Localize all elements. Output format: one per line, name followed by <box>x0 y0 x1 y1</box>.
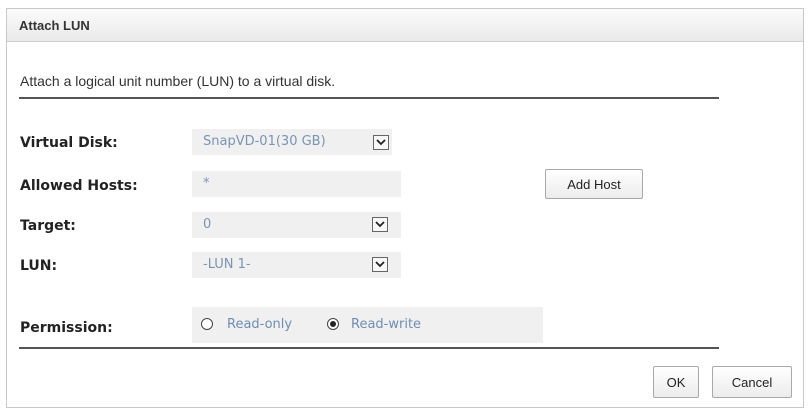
read-write-label[interactable]: Read-write <box>351 317 421 332</box>
read-only-label[interactable]: Read-only <box>227 317 292 332</box>
allowed-hosts-value: * <box>203 176 210 191</box>
read-only-radio[interactable] <box>201 318 213 330</box>
attach-lun-dialog: Attach LUN Attach a logical unit number … <box>6 8 804 408</box>
chevron-down-icon <box>375 261 385 268</box>
dialog-title: Attach LUN <box>19 18 90 33</box>
top-divider <box>19 97 719 99</box>
cancel-button[interactable]: Cancel <box>712 366 792 398</box>
lun-value: -LUN 1- <box>203 257 251 272</box>
lun-dropdown-button[interactable] <box>372 257 388 272</box>
virtual-disk-dropdown-button[interactable] <box>373 135 389 150</box>
target-value: 0 <box>203 217 212 232</box>
virtual-disk-select[interactable]: SnapVD-01(30 GB) <box>192 129 392 155</box>
lun-label: LUN: <box>20 258 58 274</box>
target-select[interactable]: 0 <box>192 212 401 238</box>
chevron-down-icon <box>375 221 385 228</box>
ok-button[interactable]: OK <box>653 366 699 398</box>
permission-label: Permission: <box>20 320 113 336</box>
allowed-hosts-label: Allowed Hosts: <box>20 178 138 194</box>
virtual-disk-value: SnapVD-01(30 GB) <box>203 134 326 149</box>
allowed-hosts-field[interactable]: * <box>192 171 401 197</box>
permission-radio-group: Read-only Read-write <box>192 307 543 343</box>
bottom-divider <box>19 347 719 349</box>
dialog-titlebar: Attach LUN <box>7 9 803 42</box>
target-label: Target: <box>20 218 76 234</box>
virtual-disk-label: Virtual Disk: <box>20 135 118 151</box>
target-dropdown-button[interactable] <box>372 217 388 232</box>
add-host-button[interactable]: Add Host <box>545 169 643 199</box>
dialog-description: Attach a logical unit number (LUN) to a … <box>20 73 336 89</box>
read-write-radio[interactable] <box>327 318 339 330</box>
lun-select[interactable]: -LUN 1- <box>192 252 401 278</box>
chevron-down-icon <box>376 139 386 146</box>
